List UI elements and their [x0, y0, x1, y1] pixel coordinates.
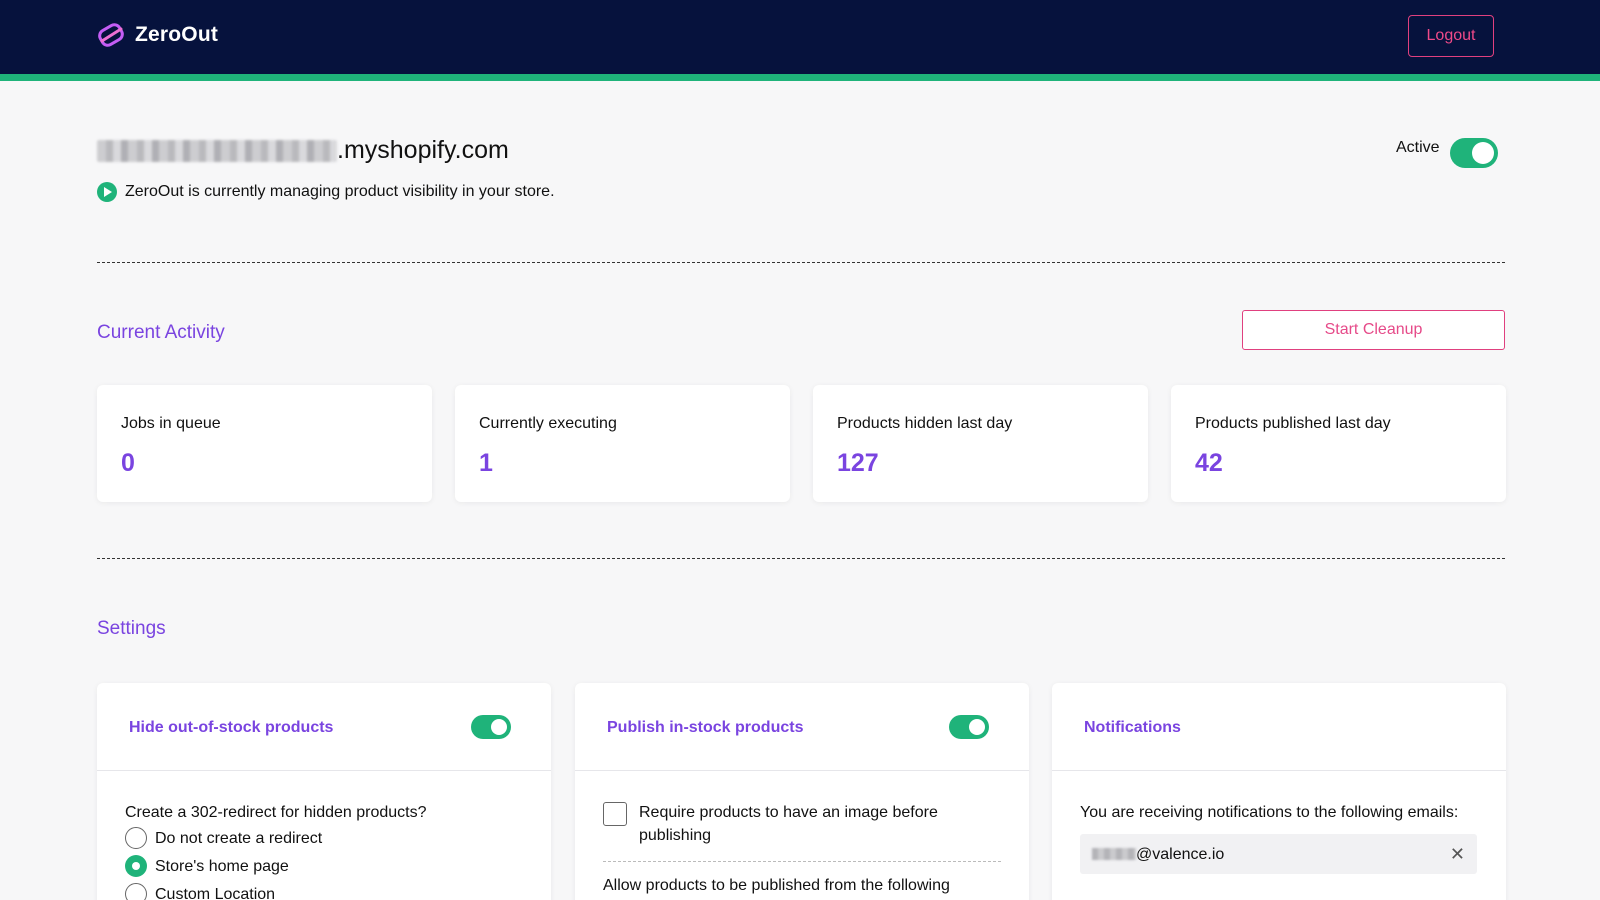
active-toggle[interactable] — [1450, 138, 1498, 168]
store-domain-suffix: .myshopify.com — [337, 136, 509, 164]
radio-label: Store's home page — [155, 857, 289, 875]
stat-label: Products published last day — [1195, 415, 1391, 432]
card-title: Publish in-stock products — [607, 719, 804, 736]
publish-in-stock-card: Publish in-stock products Require produc… — [575, 683, 1029, 900]
card-title: Notifications — [1084, 719, 1181, 736]
app-logo[interactable]: ZeroOut — [97, 22, 218, 48]
play-status-icon — [97, 182, 117, 202]
stat-value: 127 — [837, 449, 879, 477]
stat-card-products-hidden: Products hidden last day 127 — [813, 385, 1148, 502]
stat-card-currently-executing: Currently executing 1 — [455, 385, 790, 502]
card-body: Require products to have an image before… — [603, 801, 1001, 897]
email-domain: @valence.io — [1136, 845, 1225, 863]
logo-text: ZeroOut — [135, 23, 219, 46]
logout-button[interactable]: Logout — [1408, 15, 1494, 57]
section-divider — [97, 262, 1505, 263]
radio-option-home-page[interactable]: Store's home page — [125, 852, 523, 880]
settings-title: Settings — [97, 618, 166, 639]
current-activity-title: Current Activity — [97, 322, 225, 343]
hide-out-of-stock-card: Hide out-of-stock products Create a 302-… — [97, 683, 551, 900]
card-body: You are receiving notifications to the f… — [1080, 801, 1478, 874]
card-header: Notifications — [1052, 683, 1506, 771]
radio-option-custom-location[interactable]: Custom Location — [125, 880, 523, 900]
card-body: Create a 302-redirect for hidden product… — [125, 801, 523, 900]
notifications-description: You are receiving notifications to the f… — [1080, 804, 1459, 821]
section-divider — [97, 558, 1505, 559]
toggle-knob — [969, 719, 985, 735]
stat-card-products-published: Products published last day 42 — [1171, 385, 1506, 502]
zeroout-logo-icon — [98, 23, 124, 47]
radio-option-no-redirect[interactable]: Do not create a redirect — [125, 824, 523, 852]
require-image-label: Require products to have an image before… — [639, 804, 938, 844]
require-image-checkbox[interactable] — [603, 802, 627, 826]
stat-value: 0 — [121, 449, 135, 477]
email-chip: @valence.io ✕ — [1080, 834, 1477, 874]
radio-button[interactable] — [125, 883, 147, 900]
stat-card-jobs-in-queue: Jobs in queue 0 — [97, 385, 432, 502]
card-title: Hide out-of-stock products — [129, 719, 334, 736]
redacted-store-name — [97, 139, 337, 162]
stat-label: Jobs in queue — [121, 415, 221, 432]
allow-publish-text: Allow products to be published from the … — [603, 877, 950, 894]
require-image-option[interactable]: Require products to have an image before… — [603, 801, 1001, 862]
active-label: Active — [1396, 139, 1440, 156]
toggle-knob — [1472, 142, 1494, 164]
top-navbar: ZeroOut Logout — [0, 0, 1600, 74]
hide-out-of-stock-toggle[interactable] — [471, 715, 511, 739]
stat-label: Currently executing — [479, 415, 617, 432]
remove-email-icon[interactable]: ✕ — [1450, 844, 1465, 864]
radio-button[interactable] — [125, 827, 147, 849]
toggle-knob — [491, 719, 507, 735]
redacted-email-user — [1092, 848, 1136, 860]
card-header: Hide out-of-stock products — [97, 683, 551, 771]
radio-button-selected[interactable] — [125, 855, 147, 877]
stat-value: 42 — [1195, 449, 1223, 477]
publish-in-stock-toggle[interactable] — [949, 715, 989, 739]
status-message: ZeroOut is currently managing product vi… — [125, 183, 555, 200]
header-accent-bar — [0, 74, 1600, 81]
card-header: Publish in-stock products — [575, 683, 1029, 771]
radio-label: Do not create a redirect — [155, 829, 323, 847]
start-cleanup-button[interactable]: Start Cleanup — [1242, 310, 1505, 350]
notifications-card: Notifications You are receiving notifica… — [1052, 683, 1506, 900]
store-domain: .myshopify.com — [97, 136, 509, 165]
store-status-line: ZeroOut is currently managing product vi… — [97, 182, 555, 202]
stat-label: Products hidden last day — [837, 415, 1013, 432]
radio-label: Custom Location — [155, 885, 276, 900]
stat-value: 1 — [479, 449, 493, 477]
redirect-question: Create a 302-redirect for hidden product… — [125, 804, 427, 821]
